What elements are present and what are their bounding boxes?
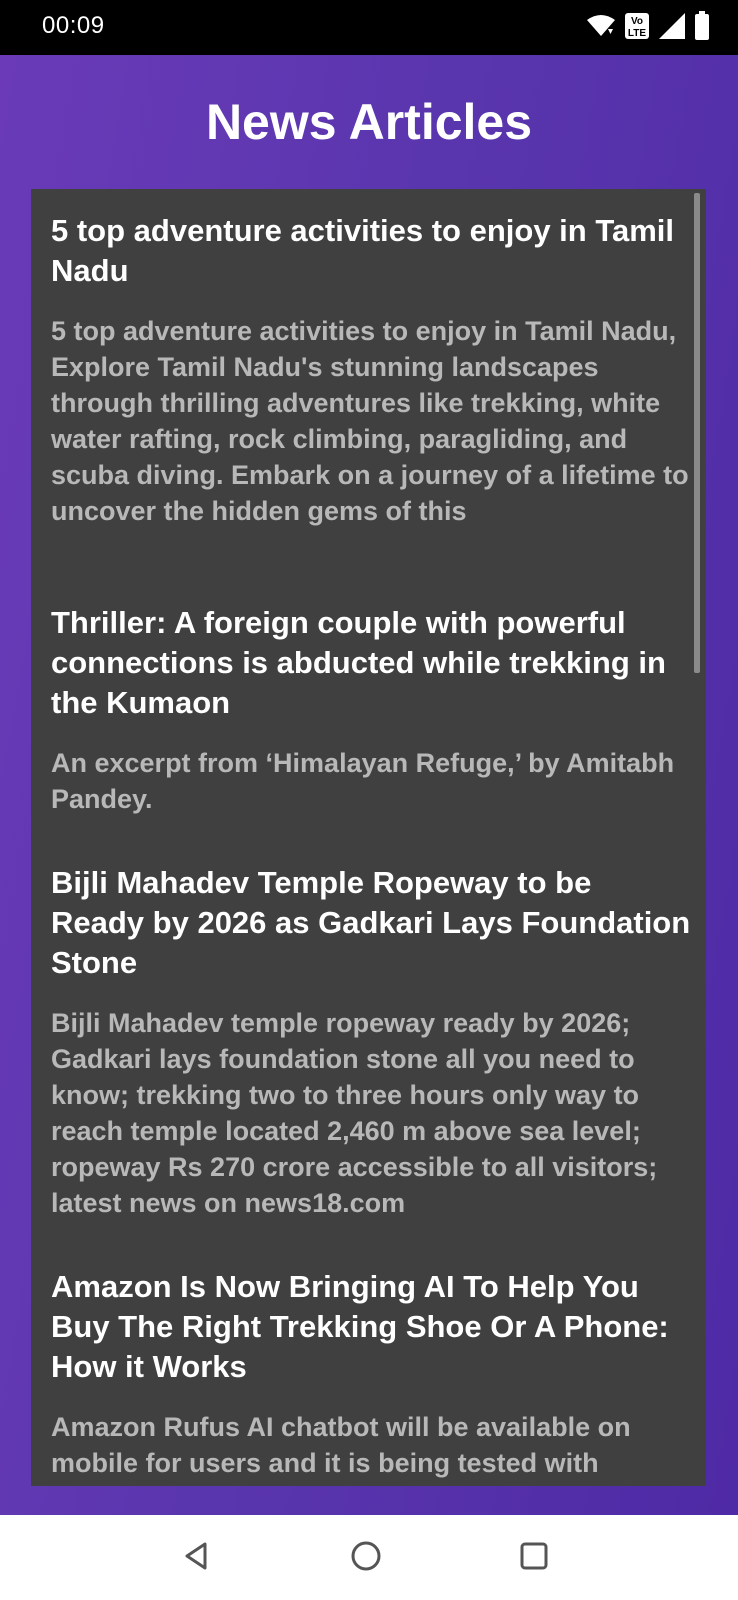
article-description: Amazon Rufus AI chatbot will be availabl…	[51, 1412, 631, 1478]
home-icon	[349, 1539, 383, 1578]
status-bar: 00:09 Vo LTE	[0, 0, 738, 55]
back-button[interactable]	[174, 1535, 220, 1581]
article-item[interactable]: Bijli Mahadev Temple Ropeway to be Ready…	[31, 863, 706, 1221]
svg-text:LTE: LTE	[628, 28, 646, 39]
status-icons: Vo LTE	[586, 10, 710, 46]
scrollbar[interactable]	[694, 193, 700, 1483]
article-title: 5 top adventure activities to enjoy in T…	[51, 213, 675, 288]
article-description: An excerpt from ‘Himalayan Refuge,’ by A…	[51, 748, 675, 814]
article-title: Thriller: A foreign couple with powerful…	[51, 605, 666, 720]
home-button[interactable]	[343, 1535, 389, 1581]
svg-text:Vo: Vo	[631, 16, 643, 27]
article-description: Bijli Mahadev temple ropeway ready by 20…	[51, 1008, 658, 1218]
signal-icon	[658, 12, 686, 45]
battery-icon	[694, 10, 710, 46]
navigation-bar	[0, 1515, 738, 1600]
article-item[interactable]: Amazon Is Now Bringing AI To Help You Bu…	[31, 1267, 706, 1481]
article-item[interactable]: 5 top adventure activities to enjoy in T…	[31, 211, 706, 529]
articles-list[interactable]: 5 top adventure activities to enjoy in T…	[31, 189, 706, 1486]
volte-icon: Vo LTE	[624, 12, 650, 45]
article-title: Amazon Is Now Bringing AI To Help You Bu…	[51, 1269, 669, 1384]
back-icon	[181, 1540, 213, 1577]
scrollbar-thumb[interactable]	[694, 193, 700, 673]
app-area: News Articles 5 top adventure activities…	[0, 55, 738, 1515]
recents-button[interactable]	[511, 1535, 557, 1581]
wifi-icon	[586, 14, 616, 43]
article-description: 5 top adventure activities to enjoy in T…	[51, 316, 689, 526]
article-title: Bijli Mahadev Temple Ropeway to be Ready…	[51, 865, 691, 980]
page-title: News Articles	[205, 94, 533, 150]
status-time: 00:09	[42, 12, 105, 39]
article-item[interactable]: Thriller: A foreign couple with powerful…	[31, 603, 706, 817]
recents-icon	[518, 1540, 550, 1577]
